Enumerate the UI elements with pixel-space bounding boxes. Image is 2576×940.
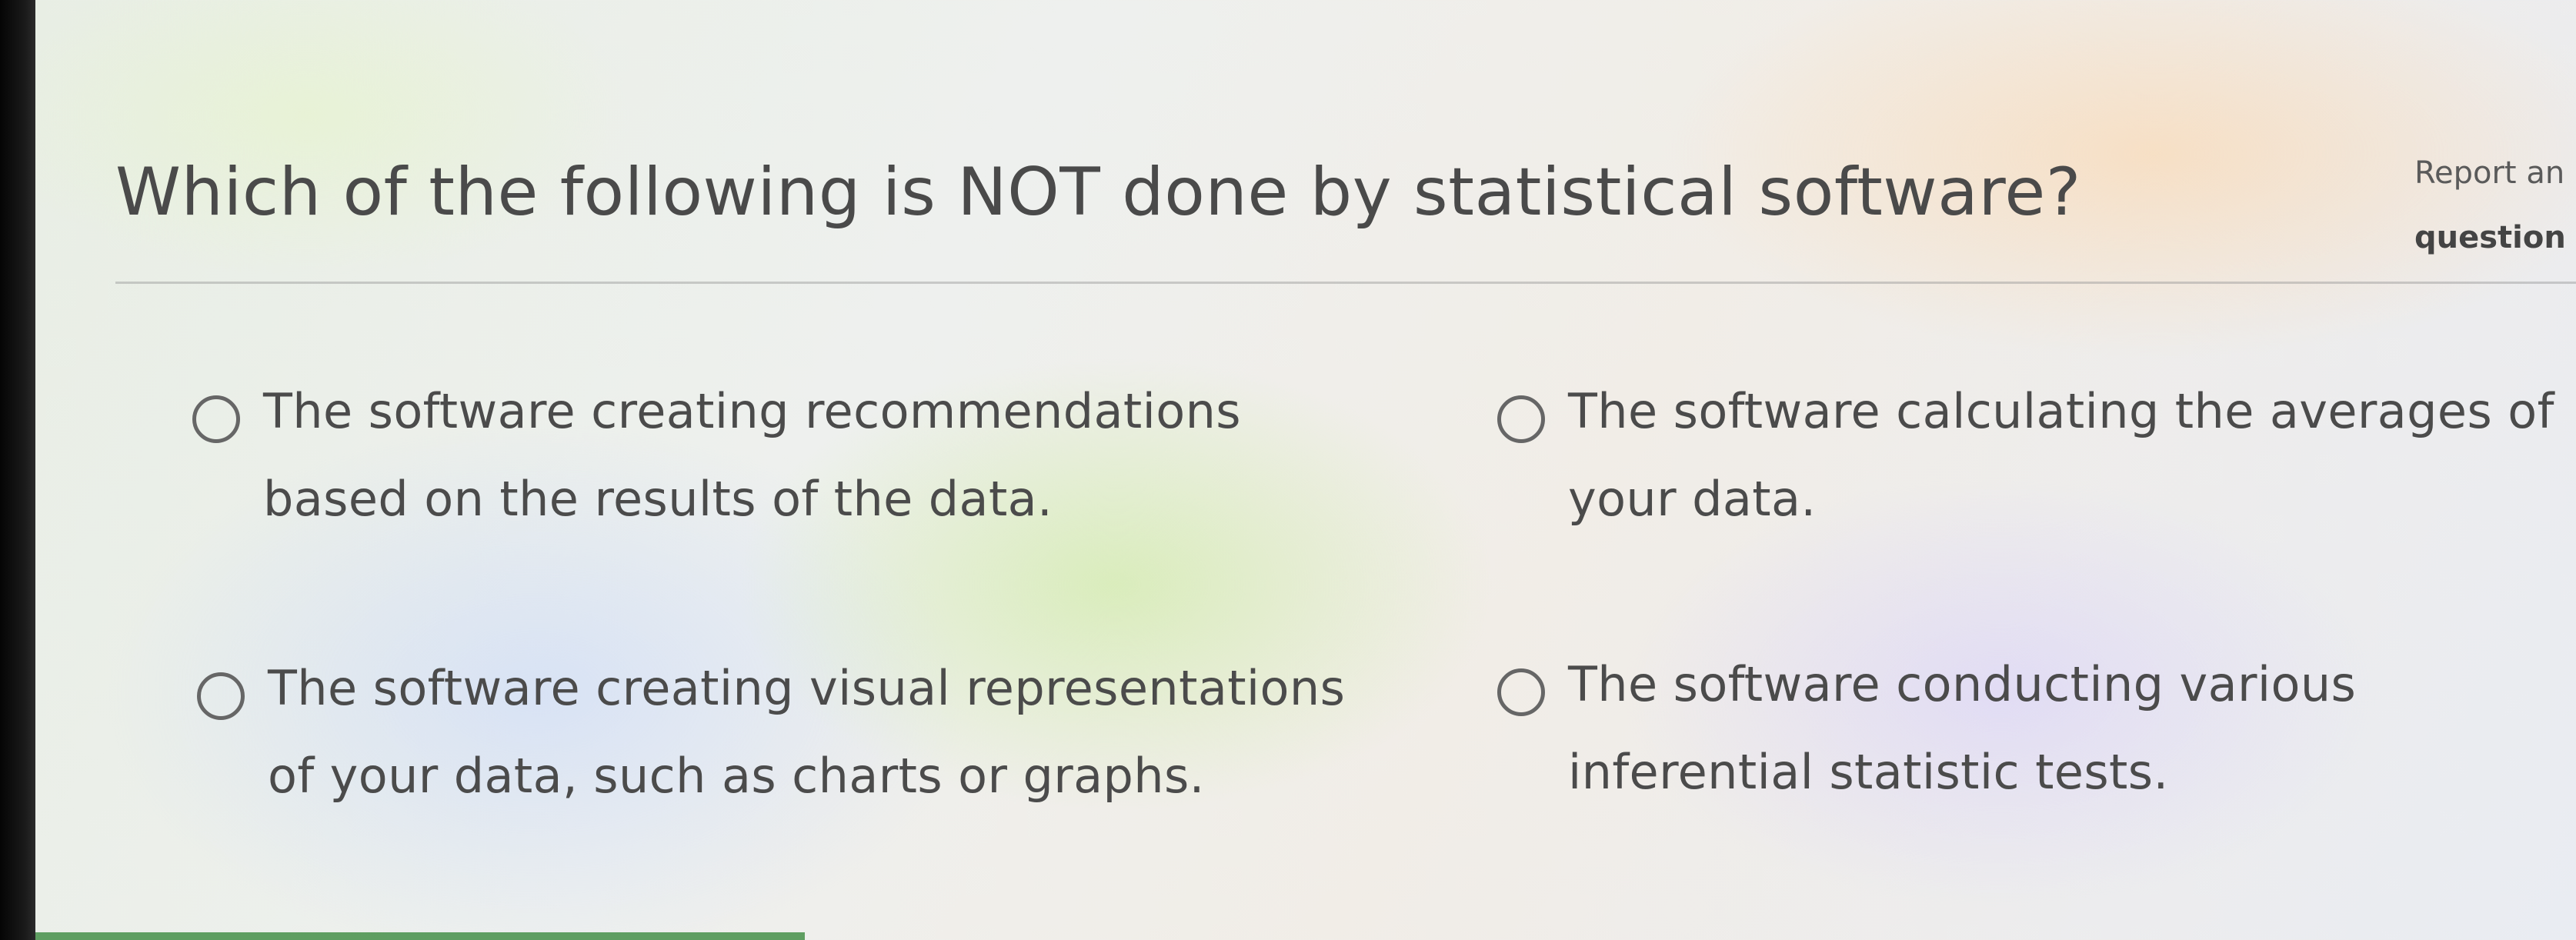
quiz-screen: Which of the following is NOT done by st… xyxy=(35,0,2576,940)
bottom-accent-bar xyxy=(35,932,805,940)
answer-option-b[interactable]: The software calculating the averages of… xyxy=(1497,383,2574,543)
radio-button-a[interactable] xyxy=(192,395,240,443)
report-question-link[interactable]: Report an question xyxy=(2414,154,2576,257)
answer-option-a-label: The software creating recommendations ba… xyxy=(263,383,1241,527)
answer-option-d[interactable]: The software conducting various inferent… xyxy=(1497,656,2574,816)
question-title: Which of the following is NOT done by st… xyxy=(115,154,2081,231)
radio-button-d[interactable] xyxy=(1497,668,1545,716)
question-divider xyxy=(115,282,2576,284)
screen-bezel xyxy=(0,0,35,940)
report-link-line2: question xyxy=(2414,220,2566,255)
radio-button-c[interactable] xyxy=(197,672,245,720)
report-link-line1: Report an xyxy=(2414,155,2565,191)
radio-button-b[interactable] xyxy=(1497,395,1545,443)
answer-option-c[interactable]: The software creating visual representat… xyxy=(197,660,1397,820)
answer-option-a[interactable]: The software creating recommendations ba… xyxy=(192,383,1393,543)
answer-option-c-label: The software creating visual representat… xyxy=(268,660,1346,804)
answer-option-b-label: The software calculating the averages of… xyxy=(1568,383,2554,527)
answer-option-d-label: The software conducting various inferent… xyxy=(1568,656,2357,800)
